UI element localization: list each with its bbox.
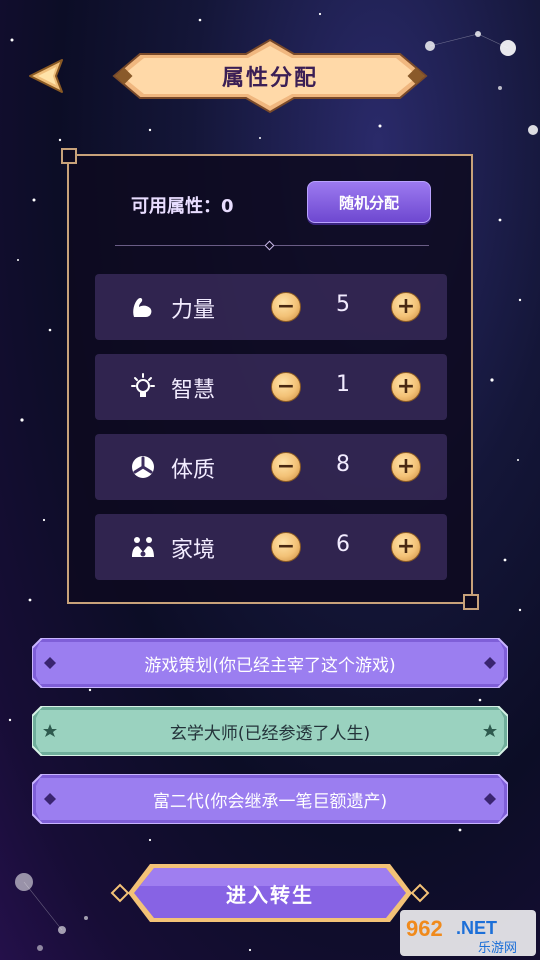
svg-text:.NET: .NET xyxy=(456,918,497,938)
attribute-panel: 可用属性：0 随机分配 力量 − 5 + 智慧 − 1 + 体质 − 8 + 家… xyxy=(61,148,479,610)
talent-banner-game-designer[interactable]: 游戏策划(你已经主宰了这个游戏) xyxy=(32,638,508,688)
talent-label: 富二代(你会继承一笔巨额遗产) xyxy=(152,791,388,812)
page-title: 属性分配 xyxy=(221,66,318,91)
increase-family-button[interactable]: + xyxy=(391,532,421,562)
site-watermark-logo: 962 .NET 乐游网 xyxy=(400,910,536,956)
talent-label: 玄学大师(已经参透了人生) xyxy=(169,723,371,744)
available-points-label: 可用属性：0 xyxy=(131,196,234,217)
attribute-row-constitution: 体质 − 8 + xyxy=(95,434,447,500)
attribute-row-family: 家境 − 6 + xyxy=(95,514,447,580)
enter-button-label: 进入转生 xyxy=(226,882,314,907)
attribute-value: 8 xyxy=(336,452,350,477)
talent-label: 游戏策划(你已经主宰了这个游戏) xyxy=(144,655,396,676)
title-banner: 属性分配 xyxy=(110,36,430,116)
attribute-name: 体质 xyxy=(171,458,216,483)
attribute-name: 家境 xyxy=(171,538,216,563)
attribute-row-strength: 力量 − 5 + xyxy=(95,274,447,340)
constitution-icon xyxy=(132,456,154,478)
decrease-strength-button[interactable]: − xyxy=(271,292,301,322)
decrease-wisdom-button[interactable]: − xyxy=(271,372,301,402)
svg-text:962: 962 xyxy=(406,916,443,941)
divider-ornament xyxy=(264,240,275,251)
increase-constitution-button[interactable]: + xyxy=(391,452,421,482)
svg-text:乐游网: 乐游网 xyxy=(478,941,517,956)
talent-banner-metaphysics-master[interactable]: 玄学大师(已经参透了人生) xyxy=(32,706,508,756)
random-allocate-button[interactable]: 随机分配 xyxy=(307,181,431,223)
enter-reincarnation-button[interactable]: 进入转生 xyxy=(108,860,432,926)
attribute-name: 智慧 xyxy=(171,378,216,403)
attribute-value: 6 xyxy=(336,532,350,557)
attribute-name: 力量 xyxy=(171,298,216,323)
back-button[interactable] xyxy=(26,56,70,96)
decrease-family-button[interactable]: − xyxy=(271,532,301,562)
attribute-value: 1 xyxy=(336,372,350,397)
talent-banner-rich-heir[interactable]: 富二代(你会继承一笔巨额遗产) xyxy=(32,774,508,824)
decrease-constitution-button[interactable]: − xyxy=(271,452,301,482)
increase-wisdom-button[interactable]: + xyxy=(391,372,421,402)
attribute-row-wisdom: 智慧 − 1 + xyxy=(95,354,447,420)
family-icon xyxy=(132,537,154,557)
muscle-icon xyxy=(133,297,152,317)
increase-strength-button[interactable]: + xyxy=(391,292,421,322)
lightbulb-icon xyxy=(131,373,155,397)
attribute-value: 5 xyxy=(336,292,350,317)
